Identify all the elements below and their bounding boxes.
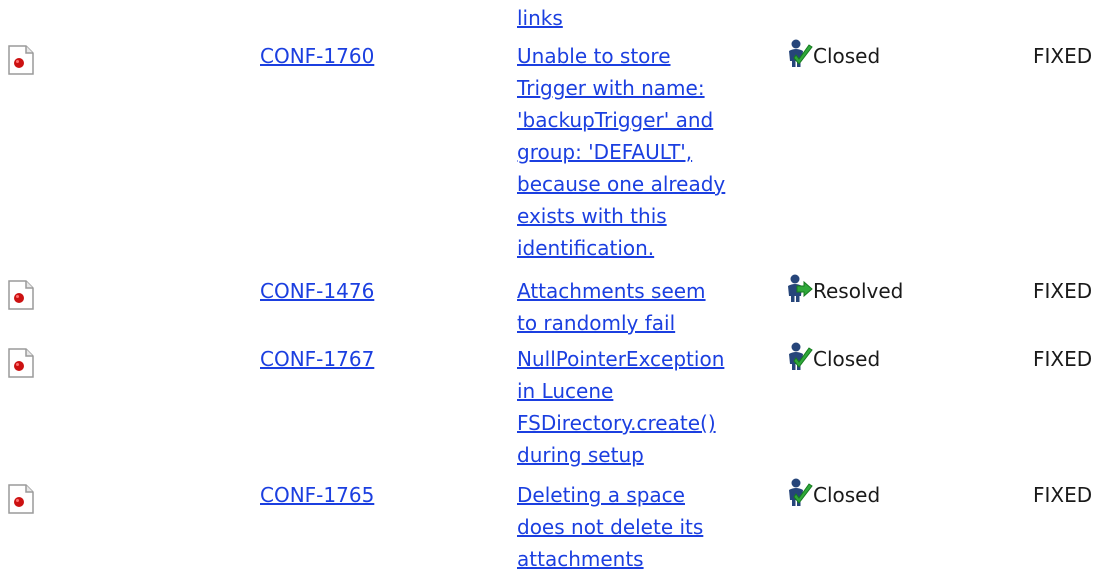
issue-type-cell [6, 279, 36, 320]
issue-resolution-cell: FIXED [1033, 275, 1092, 307]
issue-resolution-cell: FIXED [1033, 343, 1092, 375]
issue-summary-line[interactable]: Unable to store [517, 40, 779, 72]
issue-summary-cell: Deleting a space does not delete its att… [517, 479, 779, 575]
closed-status-icon [783, 477, 813, 507]
bug-icon [6, 44, 36, 76]
summary-link-fragment[interactable]: links [517, 2, 563, 34]
issue-summary-line[interactable]: Deleting a space [517, 479, 779, 511]
issue-resolution-text: FIXED [1033, 483, 1093, 507]
closed-status-icon [783, 38, 813, 68]
issue-resolution-text: FIXED [1033, 44, 1093, 68]
issue-status-text: Closed [813, 483, 881, 507]
issue-summary-line[interactable]: because one already [517, 168, 779, 200]
issue-status-cell: Resolved [783, 273, 904, 312]
issue-key-link[interactable]: CONF-1476 [260, 279, 374, 303]
issue-type-cell [6, 347, 36, 388]
issue-status-text: Resolved [813, 279, 904, 303]
issue-summary-line[interactable]: in Lucene [517, 375, 779, 407]
issue-resolution-cell: FIXED [1033, 479, 1092, 511]
issue-key-link[interactable]: CONF-1765 [260, 483, 374, 507]
issue-resolution-cell: FIXED [1033, 40, 1092, 72]
issue-status-text: Closed [813, 44, 881, 68]
issue-status-cell: Closed [783, 341, 881, 380]
issue-summary-line[interactable]: attachments [517, 543, 779, 575]
issue-key-cell: CONF-1760 [260, 40, 374, 72]
issue-summary-cell: Attachments seem to randomly fail [517, 275, 779, 339]
issue-summary-line[interactable]: Attachments seem [517, 275, 779, 307]
issue-summary-cell: NullPointerException in Lucene FSDirecto… [517, 343, 779, 471]
issue-summary-line[interactable]: 'backupTrigger' and [517, 104, 779, 136]
issue-summary-line[interactable]: Trigger with name: [517, 72, 779, 104]
issue-summary-line[interactable]: group: 'DEFAULT', [517, 136, 779, 168]
issue-summary-line[interactable]: during setup [517, 439, 779, 471]
issue-key-link[interactable]: CONF-1767 [260, 347, 374, 371]
closed-status-icon [783, 341, 813, 371]
issue-summary-line[interactable]: to randomly fail [517, 307, 779, 339]
bug-icon [6, 483, 36, 515]
issue-status-text: Closed [813, 347, 881, 371]
issue-summary-line[interactable]: NullPointerException [517, 343, 779, 375]
issue-summary-line[interactable]: identification. [517, 232, 779, 264]
issue-type-cell [6, 44, 36, 85]
issue-key-link[interactable]: CONF-1760 [260, 44, 374, 68]
issue-key-cell: CONF-1765 [260, 479, 374, 511]
issue-resolution-text: FIXED [1033, 279, 1093, 303]
issue-type-cell [6, 483, 36, 524]
issue-status-cell: Closed [783, 477, 881, 516]
issue-key-cell: CONF-1476 [260, 275, 374, 307]
issue-summary-cell: Unable to store Trigger with name: 'back… [517, 40, 779, 264]
issue-summary-line[interactable]: exists with this [517, 200, 779, 232]
issue-key-cell: CONF-1767 [260, 343, 374, 375]
issue-resolution-text: FIXED [1033, 347, 1093, 371]
bug-icon [6, 279, 36, 311]
issue-summary-line[interactable]: does not delete its [517, 511, 779, 543]
resolved-status-icon [783, 273, 813, 303]
issue-summary-line[interactable]: FSDirectory.create() [517, 407, 779, 439]
bug-icon [6, 347, 36, 379]
issue-status-cell: Closed [783, 38, 881, 77]
